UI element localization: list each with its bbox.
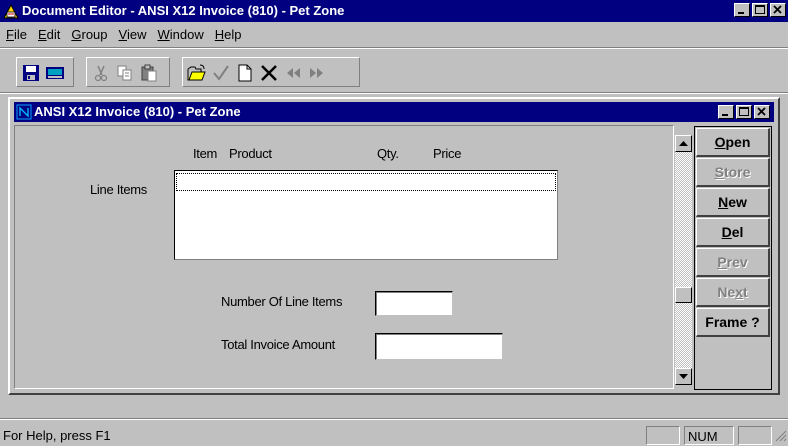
toolbar-group-document	[182, 57, 360, 87]
document-title: ANSI X12 Invoice (810) - Pet Zone	[34, 104, 241, 119]
toolbar-group-edit	[86, 57, 170, 87]
previous-button-label: rev	[726, 254, 748, 270]
resize-grip-icon[interactable]	[775, 430, 787, 445]
frame-help-button[interactable]: Frame ?	[696, 308, 770, 337]
paste-icon[interactable]	[137, 61, 161, 84]
frame-help-button-label: Frame ?	[705, 314, 760, 330]
delete-button[interactable]: Del	[696, 218, 770, 247]
next-button-mnemonic: x	[735, 284, 744, 300]
total-invoice-amount-label: Total Invoice Amount	[221, 337, 335, 352]
open-folder-icon[interactable]	[185, 61, 209, 84]
previous-button[interactable]: Prev	[696, 248, 770, 277]
document-minimize-button[interactable]	[718, 105, 734, 119]
scroll-up-button[interactable]	[675, 135, 692, 152]
menu-view-label: iew	[126, 27, 147, 42]
invoice-form: Item Product Qty. Price Line Items Numbe…	[14, 125, 674, 389]
total-invoice-amount-field[interactable]	[375, 333, 503, 360]
status-panel-caps	[646, 426, 680, 445]
app-title: Document Editor - ANSI X12 Invoice (810)…	[22, 3, 345, 18]
menu-window-mnemonic: W	[157, 27, 170, 42]
delete-button-label: el	[731, 224, 744, 240]
column-header-item: Item	[193, 146, 218, 161]
menu-group-label: roup	[81, 27, 108, 42]
toolbar-separator-highlight	[0, 93, 788, 94]
line-items-list[interactable]	[174, 170, 558, 260]
new-button-mnemonic: N	[718, 194, 729, 210]
menu-help-label: elp	[224, 27, 242, 42]
menu-edit[interactable]: Edit	[32, 24, 65, 44]
menu-edit-mnemonic: E	[37, 27, 47, 42]
status-panel-scroll	[738, 426, 772, 445]
number-of-line-items-label: Number Of Line Items	[221, 294, 343, 309]
menu-separator-highlight	[0, 48, 788, 49]
document-title-bar[interactable]: ANSI X12 Invoice (810) - Pet Zone	[14, 102, 774, 122]
rewind-icon[interactable]	[281, 61, 305, 84]
status-separator-highlight	[0, 419, 788, 420]
menu-group[interactable]: Group	[65, 24, 112, 44]
scroll-down-button[interactable]	[675, 368, 692, 385]
line-items-selected-row[interactable]	[176, 173, 556, 191]
record-action-panel: Open Store New Del Prev Next Frame ?	[694, 126, 772, 390]
document-icon[interactable]	[16, 104, 32, 120]
cut-icon[interactable]	[89, 61, 113, 84]
line-items-label: Line Items	[90, 182, 147, 197]
menu-edit-label: dit	[46, 27, 61, 42]
maximize-button[interactable]	[752, 3, 768, 17]
status-num-indicator: NUM	[684, 426, 734, 445]
open-button-mnemonic: O	[714, 134, 726, 150]
app-title-bar[interactable]: Document Editor - ANSI X12 Invoice (810)…	[0, 0, 788, 22]
close-button[interactable]	[770, 3, 786, 17]
document-close-button[interactable]	[754, 105, 770, 119]
save-icon[interactable]	[19, 61, 43, 84]
form-vertical-scrollbar[interactable]	[675, 135, 692, 385]
new-document-icon[interactable]	[233, 61, 257, 84]
menu-group-mnemonic: G	[71, 27, 82, 42]
document-maximize-button[interactable]	[736, 105, 752, 119]
scroll-thumb[interactable]	[675, 287, 692, 303]
open-button[interactable]: Open	[696, 128, 770, 157]
menu-view[interactable]: View	[113, 24, 152, 44]
menu-window[interactable]: Window	[151, 24, 208, 44]
copy-icon[interactable]	[113, 61, 137, 84]
menu-help-mnemonic: H	[214, 27, 225, 42]
menu-file[interactable]: File	[0, 24, 32, 44]
menu-bar: File Edit Group View Window Help	[0, 24, 788, 44]
fast-forward-icon[interactable]	[305, 61, 329, 84]
new-button-label: ew	[728, 194, 747, 210]
column-header-qty: Qty.	[377, 146, 399, 161]
next-button[interactable]: Next	[696, 278, 770, 307]
keyboard-icon[interactable]	[43, 61, 67, 84]
menu-file-label: ile	[13, 27, 27, 42]
menu-help[interactable]: Help	[209, 24, 247, 44]
new-button[interactable]: New	[696, 188, 770, 217]
previous-button-mnemonic: P	[717, 254, 727, 270]
menu-file-mnemonic: F	[6, 27, 14, 42]
document-editor-app-icon[interactable]	[3, 3, 19, 19]
column-header-price: Price	[433, 146, 462, 161]
store-button[interactable]: Store	[696, 158, 770, 187]
checkmark-icon[interactable]	[209, 61, 233, 84]
next-button-pre: Ne	[717, 284, 736, 300]
status-bar: For Help, press F1 NUM	[0, 424, 788, 446]
status-help-text: For Help, press F1	[3, 428, 111, 443]
minimize-button[interactable]	[734, 3, 750, 17]
invoice-document-window: ANSI X12 Invoice (810) - Pet Zone Item P…	[8, 97, 780, 395]
menu-view-mnemonic: V	[118, 27, 127, 42]
delete-x-icon[interactable]	[257, 61, 281, 84]
store-button-mnemonic: S	[714, 164, 724, 180]
toolbar-group-file	[16, 57, 74, 87]
store-button-label: tore	[723, 164, 751, 180]
delete-button-mnemonic: D	[721, 224, 732, 240]
column-header-product: Product	[229, 146, 272, 161]
next-button-label: t	[743, 284, 748, 300]
number-of-line-items-field[interactable]	[375, 291, 453, 316]
open-button-label: pen	[725, 134, 751, 150]
menu-window-label: indow	[169, 27, 204, 42]
